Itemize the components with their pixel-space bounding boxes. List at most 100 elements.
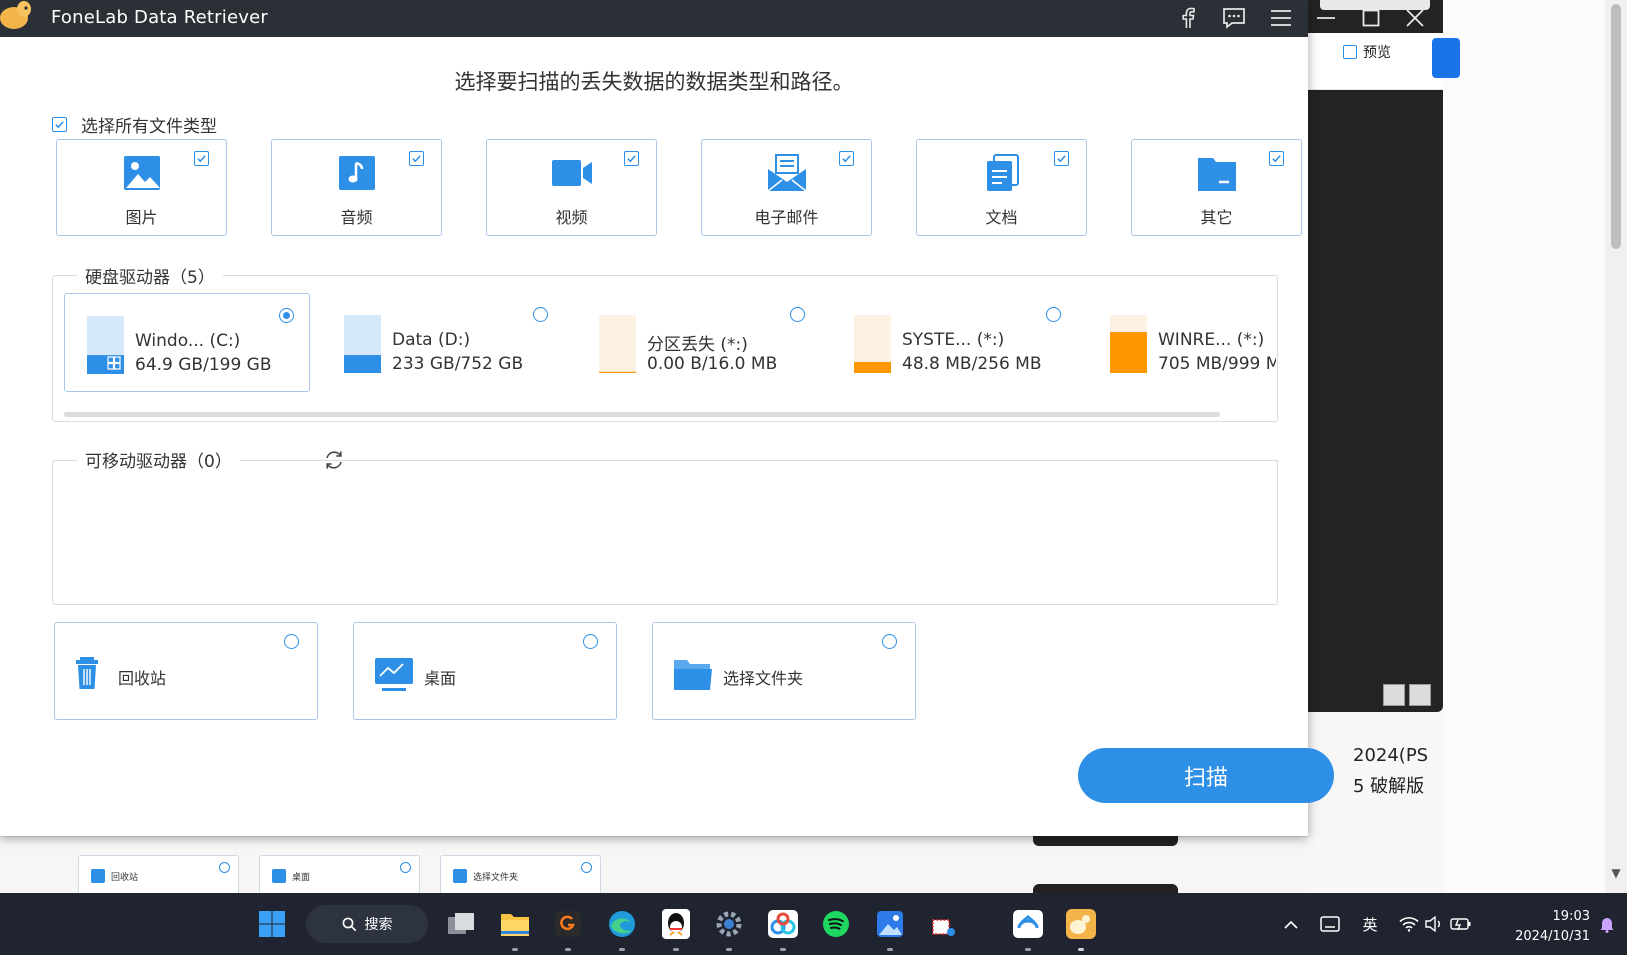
drive-used-fill [854, 361, 891, 373]
menu-icon [1271, 10, 1291, 26]
drive-radio[interactable] [790, 307, 805, 322]
file-type-email[interactable]: 电子邮件 [701, 139, 872, 236]
grid-view-icon[interactable] [1409, 684, 1431, 706]
network-button[interactable] [1396, 906, 1422, 942]
refresh-icon[interactable] [323, 449, 345, 471]
drive-name: Windo... (C:) [135, 331, 241, 351]
wifi-icon [1399, 917, 1419, 932]
file-type-video[interactable]: 视频 [486, 139, 657, 236]
drive-size: 0.00 B/16.0 MB [647, 354, 778, 374]
drive-winre[interactable]: WINRE... (*:) 705 MB/999 MB [1088, 293, 1276, 392]
checkbox-icon[interactable] [1269, 151, 1284, 166]
ghost-card-folder: 选择文件夹 [440, 855, 601, 897]
feedback-button[interactable] [1217, 2, 1251, 34]
start-button[interactable] [254, 906, 290, 942]
show-hidden-icons-button[interactable] [1280, 906, 1302, 942]
drive-radio[interactable] [533, 307, 548, 322]
drive-system[interactable]: SYSTE... (*:) 48.8 MB/256 MB [832, 293, 1062, 392]
drive-list-scrollbar[interactable] [64, 412, 1220, 417]
location-select-folder[interactable]: 选择文件夹 [652, 622, 916, 720]
drive-size: 48.8 MB/256 MB [902, 354, 1042, 374]
checkbox-icon[interactable] [409, 151, 424, 166]
taskbar [0, 893, 1627, 955]
checkbox-icon[interactable] [839, 151, 854, 166]
taskbar-snipping-tool[interactable] [925, 906, 961, 942]
taskbar-photos[interactable] [872, 906, 908, 942]
qq-icon [662, 909, 690, 939]
checkbox-icon[interactable] [52, 117, 67, 132]
checkbox-icon[interactable] [194, 151, 209, 166]
select-all-label: 选择所有文件类型 [81, 117, 217, 137]
close-button[interactable] [1398, 2, 1432, 34]
file-type-image[interactable]: 图片 [56, 139, 227, 236]
taskbar-settings[interactable] [711, 906, 747, 942]
taskbar-app-cloud[interactable] [1010, 906, 1046, 942]
facebook-button[interactable] [1171, 2, 1205, 34]
checkbox-icon[interactable] [624, 151, 639, 166]
maximize-button[interactable] [1354, 2, 1388, 34]
volume-button[interactable] [1422, 906, 1446, 942]
section-divider [370, 460, 1278, 461]
speaker-icon [1425, 916, 1440, 932]
task-view-button[interactable] [443, 906, 479, 942]
taskbar-running-indicator [619, 948, 625, 951]
drive-c[interactable]: Windo... (C:) 64.9 GB/199 GB [64, 293, 310, 392]
minimize-button[interactable] [1309, 2, 1343, 34]
checkbox-icon[interactable] [1054, 151, 1069, 166]
location-radio[interactable] [882, 634, 897, 649]
location-recycle-bin[interactable]: 回收站 [54, 622, 318, 720]
taskbar-running-indicator [780, 948, 786, 951]
drive-radio[interactable] [1046, 307, 1061, 322]
taskbar-qq[interactable] [658, 906, 694, 942]
app-logo-icon [0, 1, 31, 29]
background-preview-button[interactable]: 预览 [1343, 42, 1391, 62]
scan-button[interactable]: 扫描 [1078, 748, 1334, 803]
ghost-label: 回收站 [111, 872, 139, 883]
taskbar-fonelab[interactable] [1063, 906, 1099, 942]
drive-name: Data (D:) [392, 330, 471, 350]
input-method-indicator[interactable]: 英 [1358, 906, 1382, 942]
taskbar-edge[interactable] [604, 906, 640, 942]
title-bar: FoneLab Data Retriever [0, 0, 1424, 37]
windows-icon [107, 356, 121, 370]
background-blue-tab[interactable] [1432, 38, 1460, 78]
location-desktop[interactable]: 桌面 [353, 622, 617, 720]
page-scrollbar[interactable] [1605, 0, 1627, 893]
tablet-mode-button[interactable] [1318, 906, 1342, 942]
taskbar-search[interactable]: 搜索 [306, 905, 428, 943]
drive-lost-partition[interactable]: 分区丢失 (*:) 0.00 B/16.0 MB [577, 293, 807, 392]
clock-date: 2024/10/31 [1515, 929, 1590, 944]
file-type-label: 视频 [555, 208, 588, 227]
preview-icon [1343, 45, 1357, 59]
battery-button[interactable] [1448, 906, 1474, 942]
drive-d[interactable]: Data (D:) 233 GB/752 GB [322, 293, 552, 392]
file-type-audio[interactable]: 音频 [271, 139, 442, 236]
cloud-drive-icon [768, 910, 798, 938]
taskbar-app-g[interactable] [550, 906, 586, 942]
spotify-icon [823, 911, 849, 937]
list-view-icon[interactable] [1383, 684, 1405, 706]
location-radio[interactable] [583, 634, 598, 649]
file-type-other[interactable]: 其它 [1131, 139, 1302, 236]
menu-button[interactable] [1264, 2, 1298, 34]
taskbar-file-explorer[interactable] [497, 906, 533, 942]
drive-usage-bar [599, 315, 636, 373]
select-all-checkbox[interactable]: 选择所有文件类型 [52, 112, 217, 137]
taskbar-clock[interactable]: 19:03 2024/10/31 [1490, 907, 1590, 947]
background-view-icons[interactable] [1383, 684, 1431, 706]
ghost-label: 选择文件夹 [473, 872, 519, 883]
taskbar-spotify[interactable] [818, 906, 854, 942]
background-strip [1443, 0, 1605, 893]
drive-name: SYSTE... (*:) [902, 330, 1005, 350]
windows-icon [259, 911, 285, 937]
notifications-button[interactable] [1596, 906, 1618, 942]
taskbar-baidu-netdisk[interactable] [765, 906, 801, 942]
removable-title: 可移动驱动器（0） [77, 447, 240, 472]
drive-radio[interactable] [279, 308, 294, 323]
file-type-document[interactable]: 文档 [916, 139, 1087, 236]
taskbar-running-indicator [726, 948, 732, 951]
location-radio[interactable] [284, 634, 299, 649]
recycle-bin-icon [91, 869, 105, 883]
scroll-down-arrow-icon[interactable]: ▼ [1605, 866, 1627, 880]
scrollbar-thumb[interactable] [1611, 4, 1621, 249]
